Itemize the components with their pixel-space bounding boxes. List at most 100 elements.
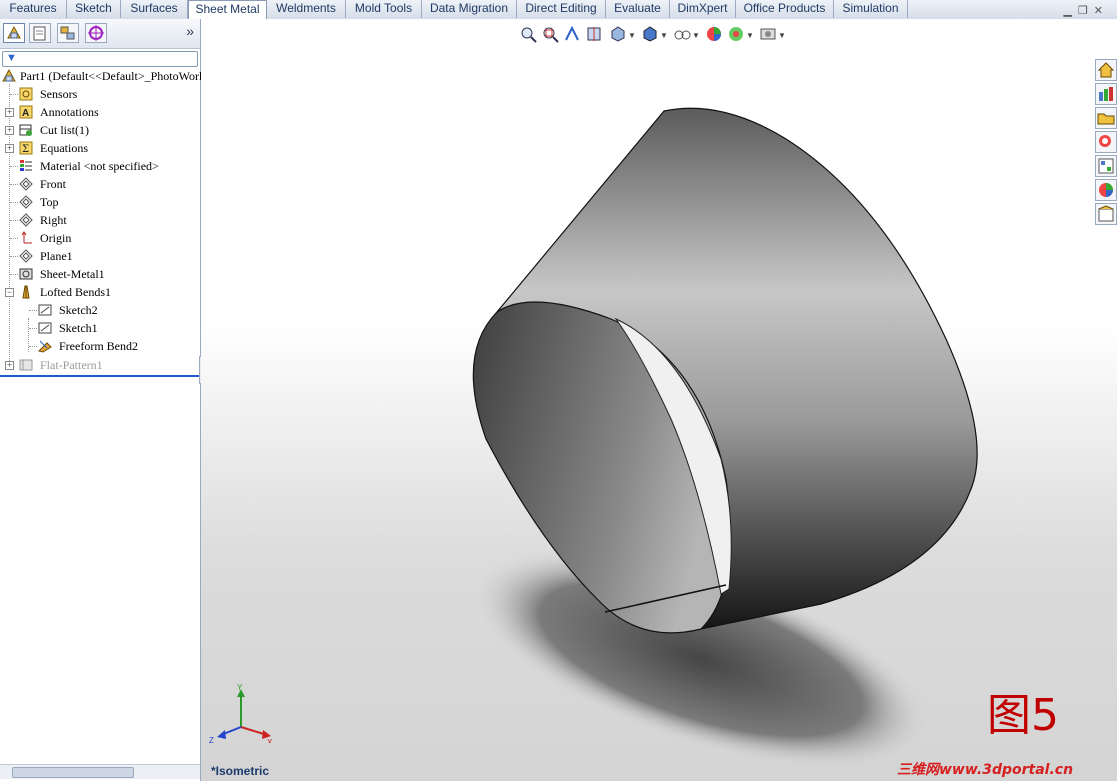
filter-icon: ▼ <box>6 52 17 64</box>
tree-item-label: Flat-Pattern1 <box>40 358 103 372</box>
sketch-icon <box>38 304 52 316</box>
tree-item-label: Sensors <box>40 87 78 101</box>
plane-icon <box>19 213 33 227</box>
tab-data-migration[interactable]: Data Migration <box>422 0 517 18</box>
tree-item-plane1[interactable]: Plane1 <box>0 248 200 264</box>
figure-label: 图5 <box>987 690 1059 741</box>
feature-manager-tab[interactable] <box>3 23 25 43</box>
tab-evaluate[interactable]: Evaluate <box>606 0 670 18</box>
sheet-metal-icon <box>19 268 33 280</box>
tree-item-front-plane[interactable]: Front <box>0 176 200 192</box>
restore-icon[interactable]: ❐ <box>1078 5 1094 17</box>
graphics-area[interactable]: ▼ ▼ ▼ ▼ ▼ Y Z X 图5 *Isometric 三维网www.3dp… <box>201 19 1117 781</box>
tab-dimxpert[interactable]: DimXpert <box>670 0 736 18</box>
tab-features[interactable]: Features <box>0 0 67 18</box>
tree-root-part[interactable]: Part1 (Default<<Default>_PhotoWorks <box>0 68 210 84</box>
origin-icon <box>21 231 32 244</box>
collapse-minus-icon[interactable]: − <box>5 288 14 297</box>
part-icon <box>2 69 16 82</box>
expand-chevron-icon[interactable]: » <box>186 23 194 39</box>
tree-item-right-plane[interactable]: Right <box>0 212 200 228</box>
lofted-bends-icon <box>22 285 30 299</box>
feature-manager-panel: » ▼ Part1 (Default<<Default>_PhotoWorks … <box>0 19 210 781</box>
dimxpert-manager-tab[interactable] <box>85 23 107 43</box>
tree-item-label: Lofted Bends1 <box>40 285 111 299</box>
tree-item-origin[interactable]: Origin <box>0 230 200 246</box>
window-controls: ▁❐✕ <box>1063 4 1109 17</box>
tree-item-label: Origin <box>40 231 72 245</box>
flat-pattern-icon <box>19 359 33 371</box>
view-orientation-label: *Isometric <box>211 764 270 778</box>
freeform-bend-icon <box>38 340 52 353</box>
tree-item-sketch2[interactable]: Sketch2 <box>0 302 200 318</box>
property-manager-tab[interactable] <box>29 23 51 43</box>
property-manager-icon <box>33 26 46 41</box>
sketch-icon <box>38 322 52 334</box>
equations-icon: Σ <box>19 141 33 155</box>
manager-tabs: » <box>0 19 200 49</box>
tree-item-flat-pattern1[interactable]: + Flat-Pattern1 <box>0 357 200 373</box>
feature-manager-icon <box>7 25 21 39</box>
tab-simulation[interactable]: Simulation <box>834 0 908 18</box>
scrollbar-thumb[interactable] <box>12 767 134 778</box>
sensors-icon <box>19 87 33 101</box>
expand-plus-icon[interactable]: + <box>5 144 14 153</box>
configuration-manager-tab[interactable] <box>57 23 79 43</box>
command-manager-tabs: Features Sketch Surfaces Sheet Metal Wel… <box>0 0 1117 20</box>
tree-item-label: Equations <box>40 141 88 155</box>
tree-item-label: Sketch1 <box>59 321 98 335</box>
tab-office-products[interactable]: Office Products <box>736 0 834 18</box>
cut-list-icon <box>19 124 32 136</box>
tree-item-freeform-bend2[interactable]: Freeform Bend2 <box>0 338 200 354</box>
expand-plus-icon[interactable]: + <box>5 126 14 135</box>
plane-icon <box>19 249 33 263</box>
tree-item-sensors[interactable]: Sensors <box>0 86 200 102</box>
tree-item-sheet-metal1[interactable]: Sheet-Metal1 <box>0 266 200 282</box>
tree-item-cut-list[interactable]: + Cut list(1) <box>0 122 200 138</box>
svg-text:A: A <box>22 108 29 119</box>
tree-item-top-plane[interactable]: Top <box>0 194 200 210</box>
expand-plus-icon[interactable]: + <box>5 108 14 117</box>
tree-item-annotations[interactable]: + A Annotations <box>0 104 200 120</box>
reference-triad: Y Z X <box>209 683 273 743</box>
triad-y-label: Y <box>237 683 243 692</box>
tab-sketch[interactable]: Sketch <box>67 0 121 18</box>
tree-item-label: Front <box>40 177 67 191</box>
horizontal-scrollbar[interactable] <box>0 764 200 779</box>
close-icon[interactable]: ✕ <box>1094 5 1109 17</box>
dimxpert-icon <box>88 25 104 41</box>
tab-weldments[interactable]: Weldments <box>267 0 346 18</box>
tab-direct-editing[interactable]: Direct Editing <box>517 0 606 18</box>
tree-item-material[interactable]: Material <not specified> <box>0 158 200 174</box>
tab-surfaces[interactable]: Surfaces <box>121 0 188 18</box>
annotations-icon: A <box>19 105 33 119</box>
tree-item-label: Cut list(1) <box>40 123 90 137</box>
tree-item-label: Sheet-Metal1 <box>40 267 105 281</box>
filter-input[interactable]: ▼ <box>2 51 198 67</box>
tree-item-label: Material <not specified> <box>40 159 159 173</box>
tree-item-label: Freeform Bend2 <box>59 339 138 353</box>
tree-item-label: Top <box>40 195 59 209</box>
tree-item-label: Right <box>40 213 67 227</box>
tab-mold-tools[interactable]: Mold Tools <box>346 0 422 18</box>
tree-item-label: Sketch2 <box>59 303 98 317</box>
tree-root-label: Part1 (Default<<Default>_PhotoWorks <box>20 69 210 83</box>
watermark-text: 三维网www.3dportal.cn <box>897 762 1074 778</box>
tree-item-equations[interactable]: + Σ Equations <box>0 140 200 156</box>
svg-text:Σ: Σ <box>22 144 29 155</box>
tab-sheet-metal[interactable]: Sheet Metal <box>188 0 267 20</box>
plane-icon <box>19 195 33 209</box>
tree-item-label: Plane1 <box>40 249 73 263</box>
plane-icon <box>19 177 33 191</box>
triad-x-label: X <box>267 738 273 743</box>
tree-item-label: Annotations <box>40 105 99 119</box>
expand-plus-icon[interactable]: + <box>5 361 14 370</box>
minimize-icon[interactable]: ▁ <box>1063 5 1077 17</box>
configuration-manager-icon <box>60 26 75 40</box>
triad-z-label: Z <box>209 736 214 743</box>
tree-item-lofted-bends1[interactable]: − Lofted Bends1 <box>0 284 200 300</box>
rollback-bar[interactable] <box>0 375 200 377</box>
tree-item-sketch1[interactable]: Sketch1 <box>0 320 200 336</box>
material-icon <box>20 160 32 171</box>
model-render[interactable] <box>201 19 1117 781</box>
